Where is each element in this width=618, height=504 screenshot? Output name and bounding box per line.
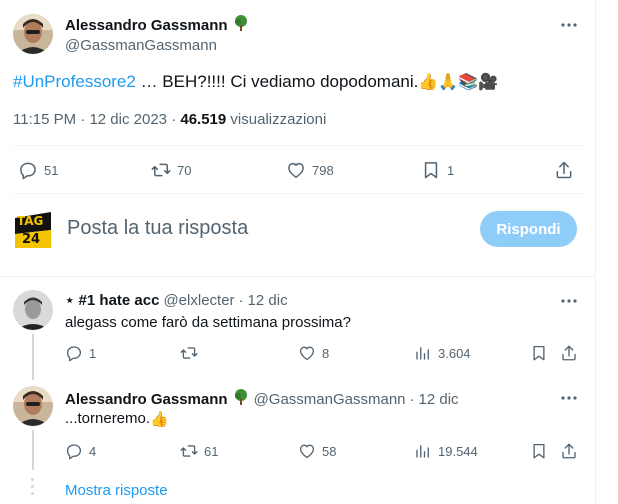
author-name-row: Alessandro Gassmann bbox=[65, 14, 250, 37]
reply-2-author-name[interactable]: Alessandro Gassmann bbox=[65, 391, 228, 408]
tweet-body: … BEH?!!!! Ci vediamo dopodomani. bbox=[135, 72, 419, 91]
reply-2-avatar[interactable] bbox=[13, 386, 53, 426]
share-icon bbox=[556, 161, 572, 179]
reply-1-text: alegass come farò da settimana prossima? bbox=[65, 314, 351, 331]
heart-icon bbox=[299, 346, 315, 361]
tree-icon bbox=[232, 388, 250, 411]
heart-icon bbox=[288, 162, 304, 178]
views-count: 46.519 bbox=[180, 111, 227, 128]
views-chart-icon bbox=[416, 347, 429, 360]
tweet-date[interactable]: 12 dic 2023 bbox=[89, 111, 167, 128]
thread-dots bbox=[31, 478, 35, 502]
reply-2-retweet-action[interactable]: 61 bbox=[180, 442, 218, 460]
retweet-action[interactable]: 70 bbox=[151, 160, 191, 180]
reply-1-reply-action[interactable]: 1 bbox=[65, 344, 96, 362]
reply-1-share-action[interactable] bbox=[560, 344, 578, 362]
reply-1-like-action[interactable]: 8 bbox=[298, 344, 329, 362]
bookmark-count: 1 bbox=[447, 162, 455, 178]
retweet-icon bbox=[180, 347, 198, 359]
author-name[interactable]: Alessandro Gassmann bbox=[65, 17, 228, 34]
reply-2-bookmark-action[interactable] bbox=[530, 442, 548, 460]
reply-1-handle[interactable]: @elxlecter bbox=[163, 292, 234, 309]
share-icon bbox=[562, 443, 576, 459]
share-icon bbox=[562, 345, 576, 361]
bookmark-icon bbox=[424, 162, 438, 179]
bookmark-icon bbox=[533, 443, 545, 459]
reply-2-reply-action[interactable]: 4 bbox=[65, 442, 96, 460]
reply-2-views-action[interactable]: 19.544 bbox=[414, 442, 478, 460]
heart-icon bbox=[299, 444, 315, 459]
tweet-text: #UnProfessore2 … BEH?!!!! Ci vediamo dop… bbox=[13, 71, 498, 94]
retweet-icon bbox=[151, 163, 171, 177]
avatar-text-bottom: 24 bbox=[22, 232, 41, 247]
reply-2-date[interactable]: 12 dic bbox=[419, 391, 459, 408]
author-avatar[interactable] bbox=[13, 14, 53, 54]
retweet-icon bbox=[180, 445, 198, 457]
views-label: visualizzazioni bbox=[230, 111, 327, 128]
reply-submit-button[interactable]: Rispondi bbox=[480, 211, 577, 247]
reply-input[interactable]: Posta la tua risposta bbox=[67, 217, 248, 240]
like-action[interactable]: 798 bbox=[286, 160, 334, 180]
reply-action[interactable]: 51 bbox=[18, 160, 58, 180]
hashtag-link[interactable]: #UnProfessore2 bbox=[13, 72, 136, 91]
reply-2-like-action[interactable]: 58 bbox=[298, 442, 336, 460]
reply-icon bbox=[66, 444, 82, 460]
share-action[interactable] bbox=[554, 160, 574, 180]
reply-2-header: Alessandro Gassmann @GassmanGassmann · 1… bbox=[65, 388, 459, 411]
tweet-time[interactable]: 11:15 PM bbox=[13, 111, 76, 128]
reply-2-share-action[interactable] bbox=[560, 442, 578, 460]
divider bbox=[13, 145, 583, 146]
more-options-icon[interactable] bbox=[559, 15, 579, 35]
reply-1-date[interactable]: 12 dic bbox=[248, 292, 288, 309]
show-replies-link[interactable]: Mostra risposte bbox=[65, 482, 168, 499]
reply-1-retweet-action[interactable] bbox=[180, 344, 204, 362]
reply-1-more-icon[interactable] bbox=[559, 291, 579, 311]
reply-1-avatar[interactable] bbox=[13, 290, 53, 330]
tree-icon bbox=[232, 14, 250, 37]
bookmark-icon bbox=[533, 345, 545, 361]
like-count: 798 bbox=[312, 162, 334, 178]
reply-2-more-icon[interactable] bbox=[559, 388, 579, 408]
tweet-meta: 11:15 PM · 12 dic 2023 · 46.519 visualiz… bbox=[13, 111, 327, 128]
retweet-count: 70 bbox=[177, 162, 192, 178]
thread-line bbox=[32, 430, 34, 470]
reply-1-views-action[interactable]: 3.604 bbox=[414, 344, 471, 362]
bookmark-action[interactable]: 1 bbox=[421, 160, 454, 180]
reply-2-handle[interactable]: @GassmanGassmann bbox=[254, 391, 406, 408]
tweet-emojis: 👍🙏📚🎥 bbox=[418, 74, 499, 91]
author-handle[interactable]: @GassmanGassmann bbox=[65, 37, 217, 54]
views-chart-icon bbox=[416, 445, 429, 458]
thread-line bbox=[32, 334, 34, 380]
reply-1-header: ⋆ #1 hate acc @elxlecter · 12 dic bbox=[65, 291, 288, 310]
timeline-column: Alessandro Gassmann @GassmanGassmann #Un… bbox=[0, 0, 596, 504]
reply-2-text: ...torneremo.👍 bbox=[65, 410, 169, 428]
divider bbox=[13, 193, 583, 194]
reply-count: 51 bbox=[44, 162, 59, 178]
reply-1-bookmark-action[interactable] bbox=[530, 344, 548, 362]
reply-icon bbox=[20, 162, 36, 180]
reply-1-author-name[interactable]: ⋆ #1 hate acc bbox=[65, 291, 159, 309]
reply-icon bbox=[66, 346, 82, 362]
user-avatar[interactable]: TAG 24 bbox=[12, 208, 54, 250]
avatar-text-top: TAG bbox=[17, 214, 44, 228]
divider bbox=[0, 276, 596, 277]
